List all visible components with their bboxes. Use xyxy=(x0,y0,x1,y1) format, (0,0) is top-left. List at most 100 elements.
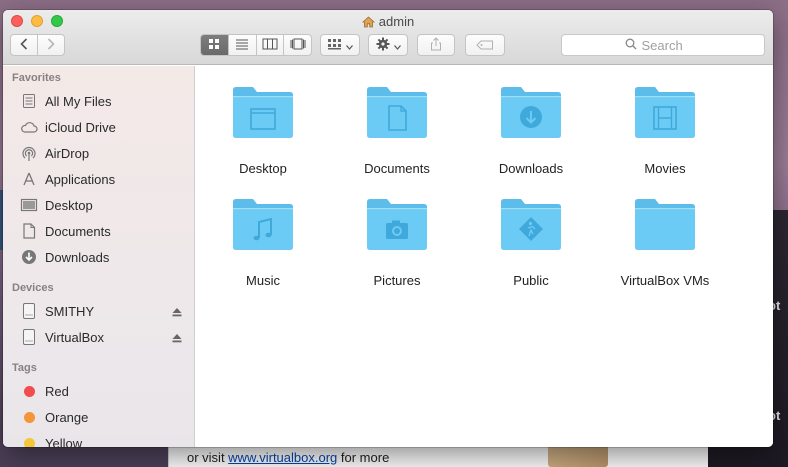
tag-color-dot xyxy=(19,407,39,427)
eject-icon[interactable] xyxy=(172,305,182,320)
sidebar-item-smithy[interactable]: SMITHY xyxy=(3,299,194,323)
background-text: or visit www.virtualbox.org for more xyxy=(187,450,390,465)
folder-icon xyxy=(231,84,295,140)
sidebar-item-label: AirDrop xyxy=(45,145,90,161)
desktop-icon xyxy=(19,195,39,215)
sidebar-item-label: VirtualBox xyxy=(45,329,105,345)
folder-item-public[interactable]: Public xyxy=(476,196,586,296)
folder-name: Public xyxy=(513,273,549,288)
share-button[interactable] xyxy=(417,34,455,56)
cover-flow-icon xyxy=(289,38,307,53)
list-icon xyxy=(235,38,249,53)
icon-grid-icon xyxy=(208,38,220,53)
chevron-down-icon xyxy=(345,38,353,53)
sidebar-item-applications[interactable]: Applications xyxy=(3,167,194,191)
tag-color-dot xyxy=(19,433,39,447)
eject-icon[interactable] xyxy=(172,331,182,346)
sidebar-section-devices: Devices xyxy=(12,282,54,294)
search-icon xyxy=(625,38,637,53)
forward-button[interactable] xyxy=(37,35,64,55)
title-bar: admin xyxy=(3,10,773,65)
navigation-buttons xyxy=(10,34,65,56)
folder-item-downloads[interactable]: Downloads xyxy=(476,84,586,184)
folder-name: Music xyxy=(246,273,280,288)
folder-icon xyxy=(365,196,429,252)
finder-window: admin Search Favorites All My Files iClo… xyxy=(3,10,773,447)
sidebar-item-label: Downloads xyxy=(45,249,110,265)
home-icon xyxy=(361,16,375,31)
sidebar-item-label: Yellow xyxy=(45,435,83,448)
folder-icon xyxy=(499,84,563,140)
folder-item-movies[interactable]: Movies xyxy=(610,84,720,184)
folder-name: Downloads xyxy=(498,161,564,176)
document-icon xyxy=(19,221,39,241)
share-icon xyxy=(430,36,442,54)
sidebar-item-airdrop[interactable]: AirDrop xyxy=(3,141,194,165)
columns-icon xyxy=(262,38,278,53)
folder-item-documents[interactable]: Documents xyxy=(342,84,452,184)
icon-view-button[interactable] xyxy=(201,35,228,55)
folder-icon xyxy=(499,196,563,252)
sidebar-item-label: iCloud Drive xyxy=(45,119,116,135)
sidebar-item-all-my-files[interactable]: All My Files xyxy=(3,89,194,113)
folder-name: Desktop xyxy=(239,161,287,176)
sidebar-item-label: Applications xyxy=(45,171,116,187)
chevron-left-icon xyxy=(20,37,28,53)
applications-icon xyxy=(19,169,39,189)
sidebar-item-icloud-drive[interactable]: iCloud Drive xyxy=(3,115,194,139)
column-view-button[interactable] xyxy=(255,35,284,55)
sidebar-section-favorites: Favorites xyxy=(12,72,61,84)
folder-name: Documents xyxy=(364,161,430,176)
sidebar-item-label: Documents xyxy=(45,223,111,239)
all-files-icon xyxy=(19,91,39,111)
arrange-button[interactable] xyxy=(320,34,360,56)
cover-flow-view-button[interactable] xyxy=(283,35,311,55)
sidebar-item-documents[interactable]: Documents xyxy=(3,219,194,243)
folder-name: VirtualBox VMs xyxy=(620,273,710,288)
sidebar-item-label: SMITHY xyxy=(45,303,95,319)
folder-item-desktop[interactable]: Desktop xyxy=(208,84,318,184)
tag-color-dot xyxy=(19,381,39,401)
sidebar-item-downloads[interactable]: Downloads xyxy=(3,245,194,269)
folder-item-pictures[interactable]: Pictures xyxy=(342,196,452,296)
file-browser-content: Desktop Documents Downloads Movies Music Pict… xyxy=(196,66,773,447)
tag-icon xyxy=(476,38,494,53)
gear-icon xyxy=(376,37,390,54)
sidebar-item-tag-orange[interactable]: Orange xyxy=(3,405,194,429)
search-field[interactable] xyxy=(561,34,765,56)
sidebar-item-desktop[interactable]: Desktop xyxy=(3,193,194,217)
folder-name: Movies xyxy=(644,161,686,176)
disk-icon xyxy=(19,327,39,347)
edit-tags-button[interactable] xyxy=(465,34,505,56)
sidebar-item-label: Red xyxy=(45,383,69,399)
folder-icon xyxy=(633,196,697,252)
folder-icon xyxy=(365,84,429,140)
folder-icon xyxy=(231,196,295,252)
folder-name: Pictures xyxy=(373,273,421,288)
sidebar-item-label: Orange xyxy=(45,409,89,425)
folder-icon xyxy=(633,84,697,140)
window-title: admin xyxy=(3,14,773,31)
chevron-right-icon xyxy=(47,37,55,53)
folder-item-virtualbox-vms[interactable]: VirtualBox VMs xyxy=(610,196,720,296)
download-icon xyxy=(19,247,39,267)
sidebar-item-label: Desktop xyxy=(45,197,93,213)
virtualbox-link[interactable]: www.virtualbox.org xyxy=(228,450,337,465)
folder-item-music[interactable]: Music xyxy=(208,196,318,296)
sidebar-item-tag-red[interactable]: Red xyxy=(3,379,194,403)
sidebar-section-tags: Tags xyxy=(12,362,37,374)
cloud-icon xyxy=(19,117,39,137)
sidebar: Favorites All My Files iCloud Drive AirD… xyxy=(3,66,195,447)
search-input[interactable] xyxy=(641,37,702,53)
list-view-button[interactable] xyxy=(227,35,256,55)
chevron-down-icon xyxy=(393,38,401,53)
back-button[interactable] xyxy=(11,35,37,55)
arrange-grid-icon xyxy=(327,38,342,53)
sidebar-item-tag-yellow[interactable]: Yellow xyxy=(3,431,194,447)
airdrop-icon xyxy=(19,143,39,163)
sidebar-item-virtualbox[interactable]: VirtualBox xyxy=(3,325,194,349)
action-button[interactable] xyxy=(368,34,408,56)
view-mode-buttons xyxy=(200,34,312,56)
disk-icon xyxy=(19,301,39,321)
sidebar-item-label: All My Files xyxy=(45,93,112,109)
